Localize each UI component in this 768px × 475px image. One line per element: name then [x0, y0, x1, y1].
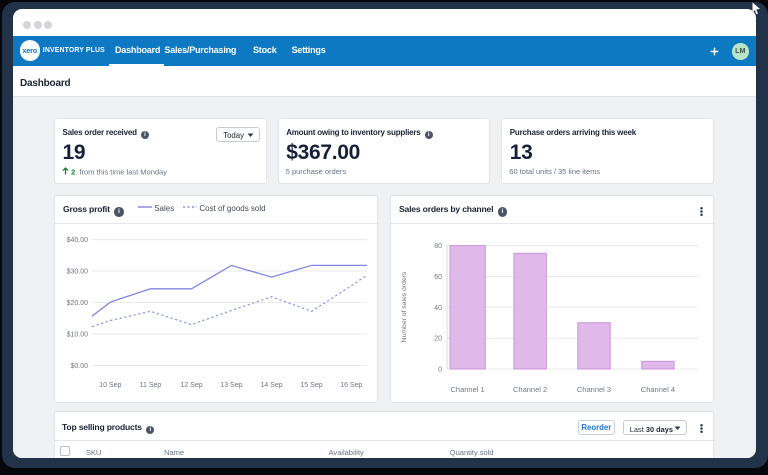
- svg-text:60: 60: [434, 274, 442, 281]
- svg-text:Channel 4: Channel 4: [641, 385, 675, 394]
- svg-text:12 Sep: 12 Sep: [180, 382, 202, 389]
- svg-text:13 Sep: 13 Sep: [220, 382, 242, 389]
- svg-text:14 Sep: 14 Sep: [261, 382, 283, 389]
- svg-text:0: 0: [438, 367, 442, 374]
- svg-text:Number of sales orders: Number of sales orders: [401, 271, 408, 342]
- svg-text:40: 40: [434, 305, 442, 312]
- svg-text:$20.00: $20.00: [67, 300, 89, 307]
- svg-text:20: 20: [434, 336, 442, 343]
- svg-text:$40.00: $40.00: [67, 237, 89, 244]
- svg-text:80: 80: [434, 243, 442, 250]
- svg-text:Channel 1: Channel 1: [450, 385, 484, 394]
- svg-text:$30.00: $30.00: [67, 269, 89, 276]
- svg-text:10 Sep: 10 Sep: [99, 382, 121, 389]
- svg-text:16 Sep: 16 Sep: [340, 382, 362, 389]
- svg-text:Channel 3: Channel 3: [577, 385, 611, 394]
- svg-text:15 Sep: 15 Sep: [300, 382, 322, 389]
- svg-text:11 Sep: 11 Sep: [140, 382, 162, 389]
- svg-text:$10.00: $10.00: [67, 332, 89, 339]
- svg-text:Channel 2: Channel 2: [513, 385, 547, 394]
- svg-text:$0.00: $0.00: [70, 363, 88, 370]
